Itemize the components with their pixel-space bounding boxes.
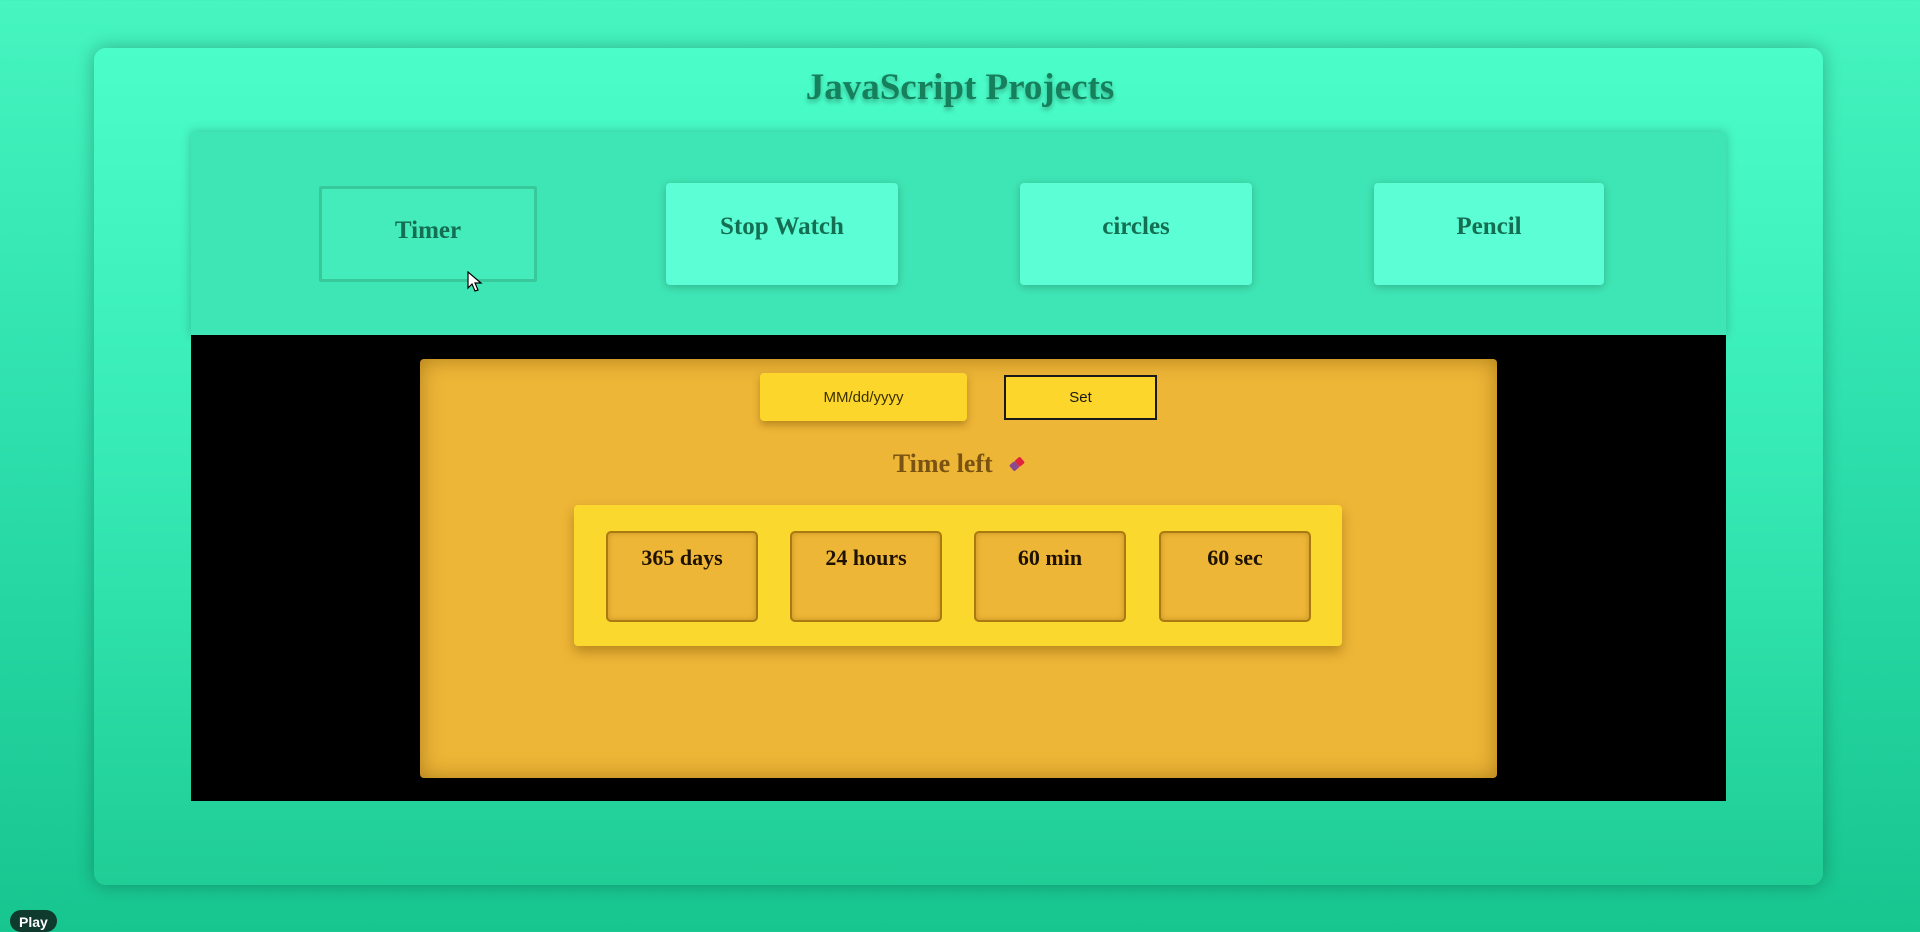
date-input[interactable] xyxy=(760,373,967,421)
nav-button-stop-watch[interactable]: Stop Watch xyxy=(666,183,898,285)
page-title: JavaScript Projects xyxy=(805,67,1115,108)
countdown-minutes: 60 min xyxy=(974,531,1126,622)
play-button[interactable]: Play xyxy=(10,910,57,932)
eraser-icon xyxy=(1007,449,1027,471)
countdown-days: 365 days xyxy=(606,531,758,622)
time-left-heading: Time left xyxy=(0,447,1920,481)
nav-button-timer[interactable]: Timer xyxy=(319,186,537,282)
countdown-seconds: 60 sec xyxy=(1159,531,1311,622)
set-button[interactable]: Set xyxy=(1004,375,1157,420)
countdown-hours: 24 hours xyxy=(790,531,942,622)
nav-button-circles[interactable]: circles xyxy=(1020,183,1252,285)
time-left-label: Time left xyxy=(892,449,993,478)
nav-button-pencil[interactable]: Pencil xyxy=(1374,183,1604,285)
mouse-cursor-icon xyxy=(467,270,483,293)
